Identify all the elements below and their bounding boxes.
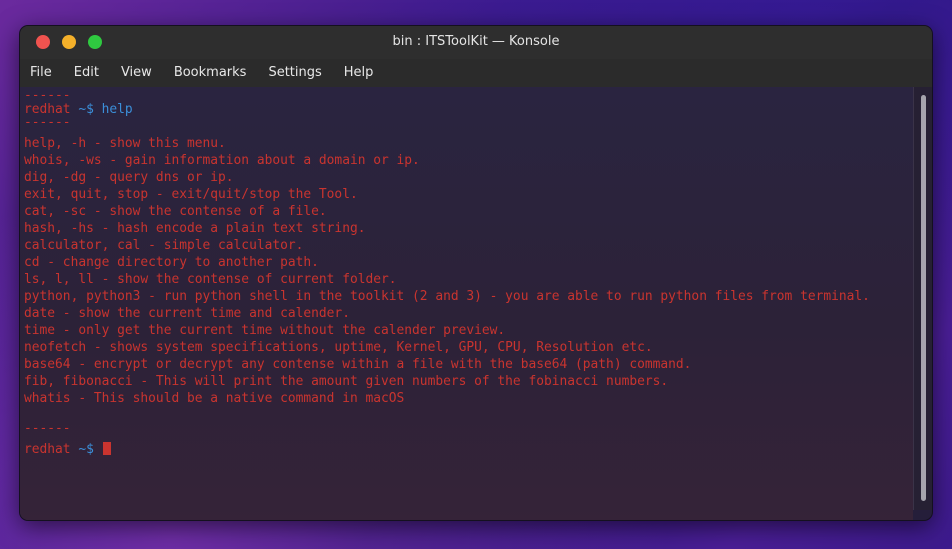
separator-line: ------ — [24, 421, 71, 436]
separator-line: ------ — [24, 115, 71, 130]
prompt-symbol: ~$ — [78, 102, 94, 117]
help-line: whatis - This should be a native command… — [24, 391, 405, 406]
menu-help[interactable]: Help — [333, 59, 385, 87]
help-line: cd - change directory to another path. — [24, 255, 319, 270]
help-line: whois, -ws - gain information about a do… — [24, 153, 420, 168]
help-line: neofetch - shows system specifications, … — [24, 340, 653, 355]
help-line: python, python3 - run python shell in th… — [24, 289, 870, 304]
menu-edit[interactable]: Edit — [63, 59, 110, 87]
help-line: date - show the current time and calende… — [24, 306, 350, 321]
help-line: help, -h - show this menu. — [24, 136, 226, 151]
konsole-window: bin : ITSToolKit — Konsole File Edit Vie… — [19, 25, 933, 521]
separator-line: ------ — [24, 88, 71, 103]
help-line: time - only get the current time without… — [24, 323, 506, 338]
help-line: ls, l, ll - show the contense of current… — [24, 272, 397, 287]
help-line: base64 - encrypt or decrypt any contense… — [24, 357, 692, 372]
menu-bar: File Edit View Bookmarks Settings Help — [20, 59, 932, 87]
help-line: cat, -sc - show the contense of a file. — [24, 204, 327, 219]
scrollbar-thumb[interactable] — [921, 95, 926, 501]
active-prompt-line[interactable]: redhat ~$ — [24, 441, 913, 458]
menu-settings[interactable]: Settings — [257, 59, 332, 87]
prompt-line: redhat ~$ help — [24, 101, 913, 118]
help-line: hash, -hs - hash encode a plain text str… — [24, 221, 366, 236]
window-title: bin : ITSToolKit — Konsole — [392, 34, 560, 49]
menu-bookmarks[interactable]: Bookmarks — [163, 59, 258, 87]
help-line: calculator, cal - simple calculator. — [24, 238, 304, 253]
prompt-command: help — [101, 102, 133, 117]
vertical-scrollbar[interactable] — [913, 87, 932, 510]
terminal-output[interactable]: ------ redhat ~$ help ------ help, -h - … — [20, 87, 913, 520]
prompt-symbol: ~$ — [78, 442, 94, 457]
help-line: exit, quit, stop - exit/quit/stop the To… — [24, 187, 358, 202]
prompt-host: redhat — [24, 442, 71, 457]
help-line: fib, fibonacci - This will print the amo… — [24, 374, 669, 389]
menu-view[interactable]: View — [110, 59, 163, 87]
title-bar[interactable]: bin : ITSToolKit — Konsole — [20, 26, 932, 59]
menu-file[interactable]: File — [20, 59, 63, 87]
text-cursor — [102, 442, 111, 455]
help-line: dig, -dg - query dns or ip. — [24, 170, 234, 185]
